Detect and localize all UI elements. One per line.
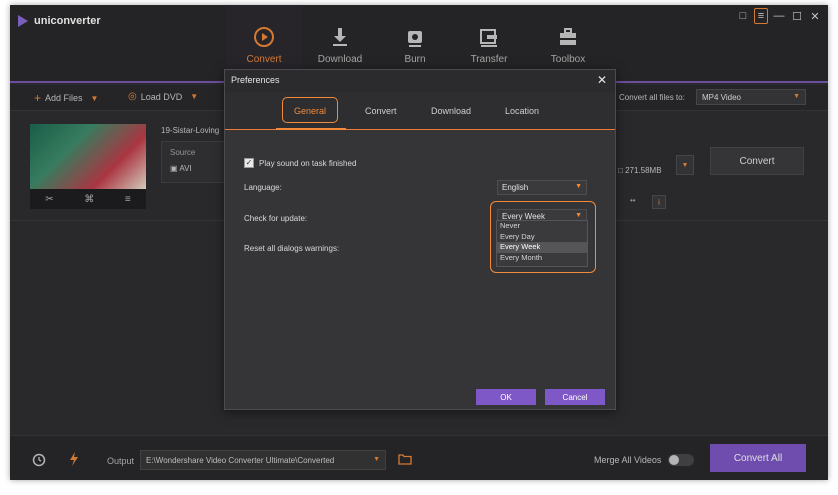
dialog-header: Preferences ✕ [225,70,615,92]
reset-dialogs-label: Reset all dialogs warnings: [244,244,340,253]
option-every-day[interactable]: Every Day [497,232,587,243]
tab-general[interactable]: General [294,106,326,116]
option-every-week[interactable]: Every Week [497,242,587,253]
cancel-button[interactable]: Cancel [545,389,605,405]
play-sound-label: Play sound on task finished [259,158,357,168]
tab-convert[interactable]: Convert [365,106,397,116]
tab-download[interactable]: Download [431,106,471,116]
language-label: Language: [244,183,282,192]
play-sound-option: ✓ Play sound on task finished [244,158,356,168]
chevron-down-icon: ▼ [575,183,582,190]
preferences-tabs: General Convert Download Location [225,92,615,130]
play-sound-checkbox[interactable]: ✓ [244,158,254,168]
language-select[interactable]: English ▼ [497,180,587,195]
close-icon[interactable]: ✕ [595,73,609,87]
option-every-month[interactable]: Every Month [497,253,587,264]
active-tab-underline [276,128,346,130]
dialog-title: Preferences [231,75,280,85]
app-window: uniconverter Convert Download Burn Trans… [10,5,828,480]
chevron-down-icon: ▼ [575,212,582,219]
check-update-label: Check for update: [244,214,308,223]
check-update-options: Never Every Day Every Week Every Month [496,220,588,267]
ok-button[interactable]: OK [476,389,536,405]
tab-location[interactable]: Location [505,106,539,116]
preferences-dialog: Preferences ✕ General Convert Download L… [224,69,616,410]
option-never[interactable]: Never [497,221,587,232]
language-value: English [502,183,529,192]
